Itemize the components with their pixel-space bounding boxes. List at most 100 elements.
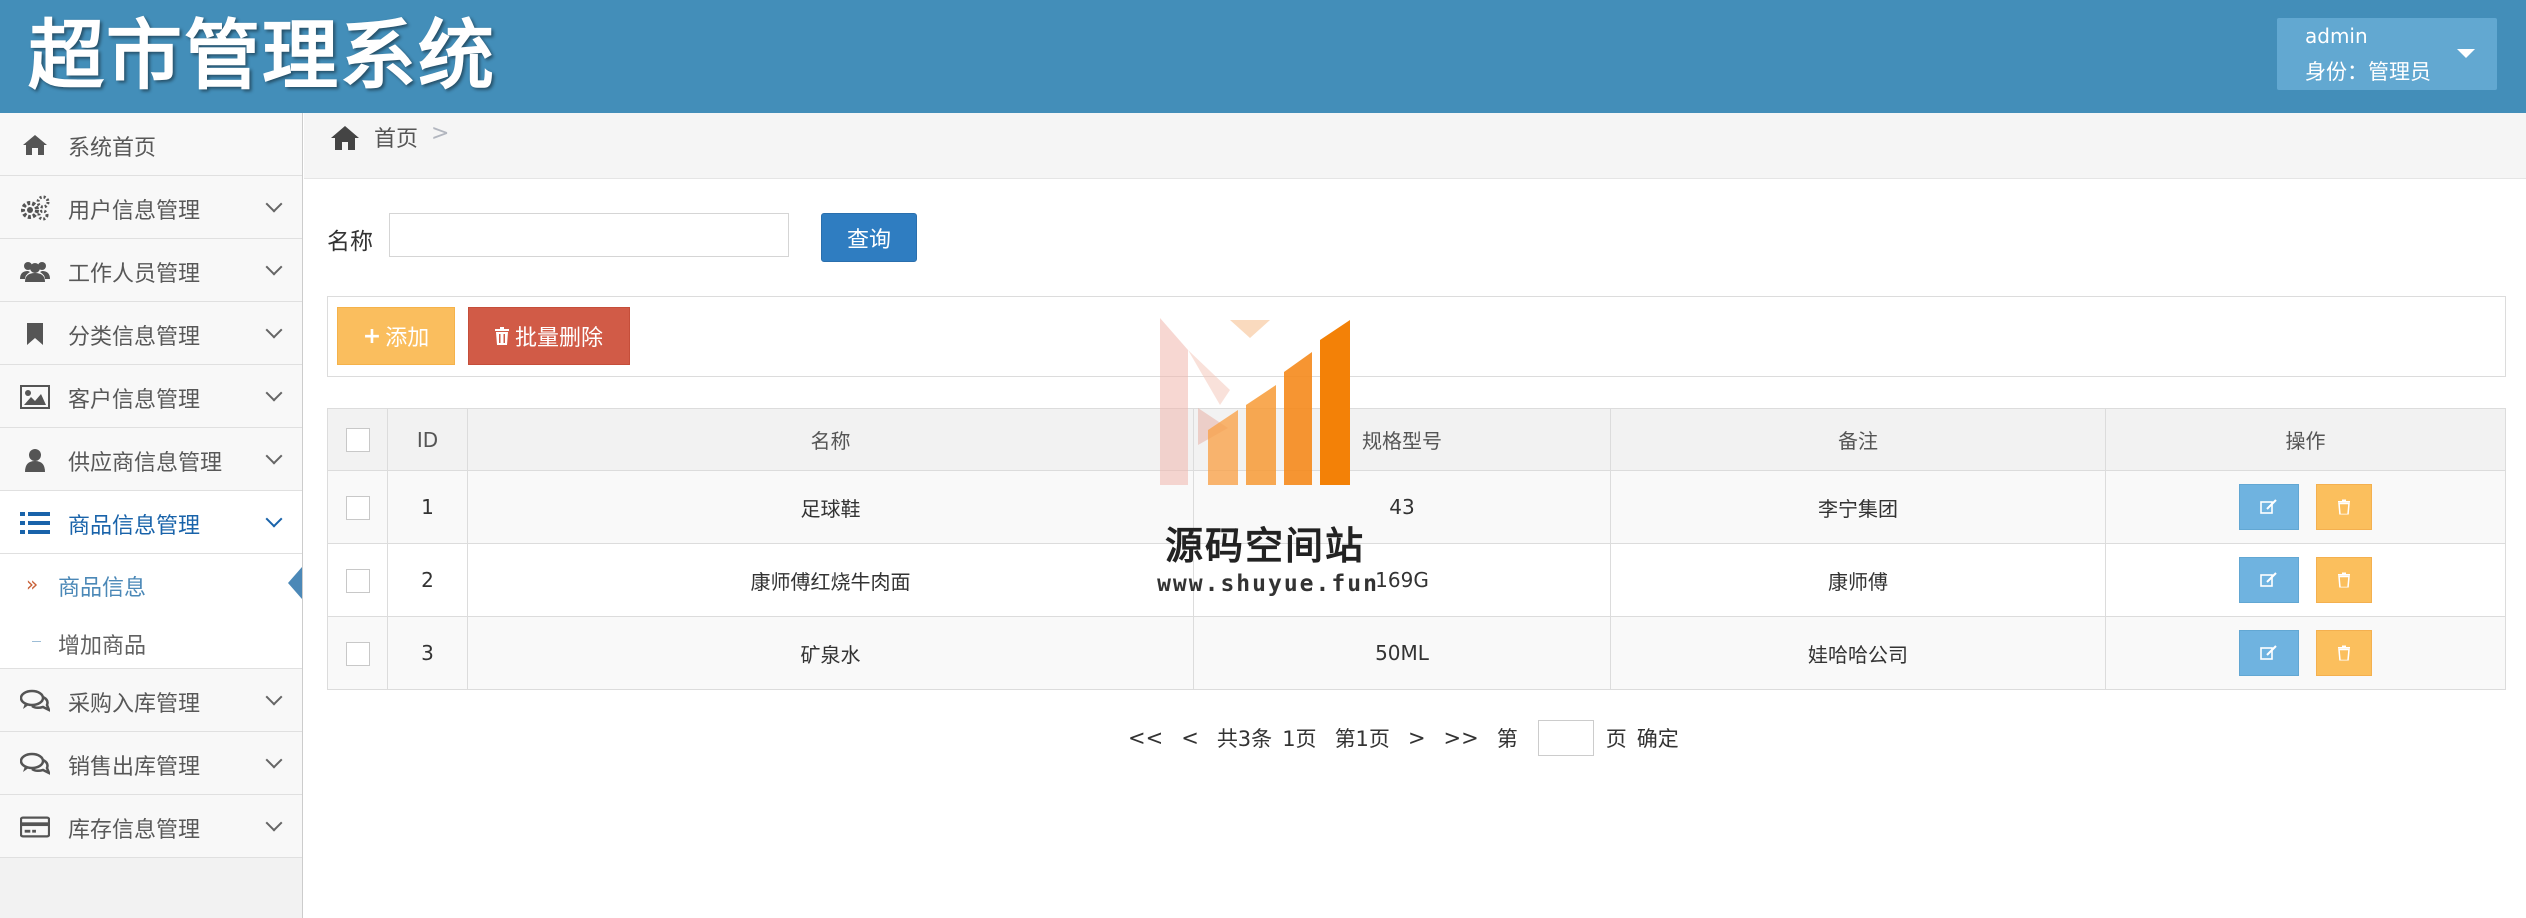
cell-note: 李宁集团 [1610,470,2106,544]
sidebar-subitem-add-goods[interactable]: 增加商品 [0,612,302,669]
add-button[interactable]: + 添加 [337,307,455,365]
sidebar-subitem-label: 商品信息 [58,576,147,601]
sidebar-item-label: 用户信息管理 [68,199,201,224]
select-all-cell [327,408,388,471]
total-pages: 1页 [1282,727,1317,751]
sidebar-item-stock[interactable]: 库存信息管理 [0,795,302,858]
user-menu[interactable]: admin 身份：管理员 [2277,18,2497,90]
sidebar-item-label: 商品信息管理 [68,514,201,539]
last-page-link[interactable]: >> [1444,726,1479,750]
delete-button[interactable] [2315,484,2372,530]
comments-icon [20,687,50,715]
edit-icon [2260,645,2278,660]
column-header: 名称 [467,408,1194,471]
cell-id: 2 [387,543,468,617]
sidebar-item-staff[interactable]: 工作人员管理 [0,239,302,302]
row-checkbox[interactable] [345,568,370,593]
current-page: 第1页 [1334,727,1390,751]
header-bar: 超市管理系统 admin 身份：管理员 [0,0,2526,113]
row-select-cell [327,616,388,690]
chevron-down-icon [265,447,283,465]
goto-prefix: 第 [1496,727,1518,751]
sidebar-item-label: 工作人员管理 [68,262,201,287]
chevron-down-icon [265,321,283,339]
sidebar-item-home[interactable]: 系统首页 [0,113,302,176]
sidebar-subitem-goods-info[interactable]: » 商品信息 [0,554,302,612]
trash-icon [2337,572,2350,588]
chevron-down-icon [265,814,283,832]
delete-button[interactable] [2315,557,2372,603]
table-row: 3 矿泉水 50ML 娃哈哈公司 [327,616,2506,690]
sidebar-item-users[interactable]: 用户信息管理 [0,176,302,239]
chevron-down-icon [265,384,283,402]
trash-icon [494,327,509,345]
cell-name: 矿泉水 [467,616,1194,690]
comments-icon [20,750,50,778]
table-row: 2 康师傅红烧牛肉面 169G 康师傅 [327,543,2506,617]
column-header: 操作 [2105,408,2506,471]
prev-page-link[interactable]: < [1181,726,1199,750]
breadcrumb: 首页 > [304,113,2526,179]
sidebar-item-supplier[interactable]: 供应商信息管理 [0,428,302,491]
batch-delete-button[interactable]: 批量删除 [468,307,630,365]
column-header: ID [387,408,468,471]
sidebar-item-customer[interactable]: 客户信息管理 [0,365,302,428]
search-input[interactable] [389,213,789,257]
breadcrumb-separator: > [431,121,450,146]
search-label: 名称 [327,229,373,255]
cell-actions [2105,616,2506,690]
cell-id: 3 [387,616,468,690]
delete-button[interactable] [2315,630,2372,676]
trash-icon [2337,499,2350,515]
active-indicator [288,567,302,599]
breadcrumb-home-link[interactable]: 首页 [374,121,418,153]
chevron-down-icon [265,258,283,276]
cell-spec: 50ML [1193,616,1611,690]
double-chevron-right-icon: » [26,572,39,596]
sidebar-item-goods[interactable]: 商品信息管理 [0,491,302,554]
sidebar-subitem-label: 增加商品 [58,634,147,659]
home-icon[interactable] [330,125,360,155]
edit-icon [2260,499,2278,514]
select-all-checkbox[interactable] [345,428,370,453]
picture-icon [20,383,50,411]
next-page-link[interactable]: > [1408,726,1426,750]
sidebar-item-label: 供应商信息管理 [68,451,223,476]
cell-note: 娃哈哈公司 [1610,616,2106,690]
chevron-down-icon [265,751,283,769]
sidebar-item-sales[interactable]: 销售出库管理 [0,732,302,795]
query-button-label: 查询 [846,227,891,253]
add-button-label: 添加 [385,326,430,351]
credit-card-icon [20,813,50,841]
column-header: 备注 [1610,408,2106,471]
query-button[interactable]: 查询 [821,213,917,262]
sidebar-item-label: 采购入库管理 [68,692,201,717]
sidebar-item-purchase[interactable]: 采购入库管理 [0,669,302,732]
cell-spec: 43 [1193,470,1611,544]
tree-dash-icon [32,641,41,642]
user-role: 身份：管理员 [2305,60,2431,84]
edit-button[interactable] [2239,630,2300,676]
row-select-cell [327,543,388,617]
goto-confirm-link[interactable]: 确定 [1637,723,1679,753]
edit-button[interactable] [2239,484,2300,530]
total-count: 共3条 [1216,727,1273,751]
bookmark-icon [20,320,50,348]
users-icon [20,257,50,285]
first-page-link[interactable]: << [1128,726,1163,750]
edit-button[interactable] [2239,557,2300,603]
batch-delete-label: 批量删除 [514,326,603,351]
goto-suffix: 页 [1605,727,1627,751]
sidebar-item-label: 分类信息管理 [68,325,201,350]
sidebar-item-label: 系统首页 [68,136,157,161]
sidebar-item-category[interactable]: 分类信息管理 [0,302,302,365]
app-title: 超市管理系统 [28,11,496,100]
user-name: admin [2305,24,2368,48]
plus-icon: + [362,323,382,349]
row-checkbox[interactable] [345,641,370,666]
row-checkbox[interactable] [345,495,370,520]
cell-name: 足球鞋 [467,470,1194,544]
column-header: 规格型号 [1193,408,1611,471]
goto-page-input[interactable] [1537,720,1594,756]
home-icon [20,131,50,159]
